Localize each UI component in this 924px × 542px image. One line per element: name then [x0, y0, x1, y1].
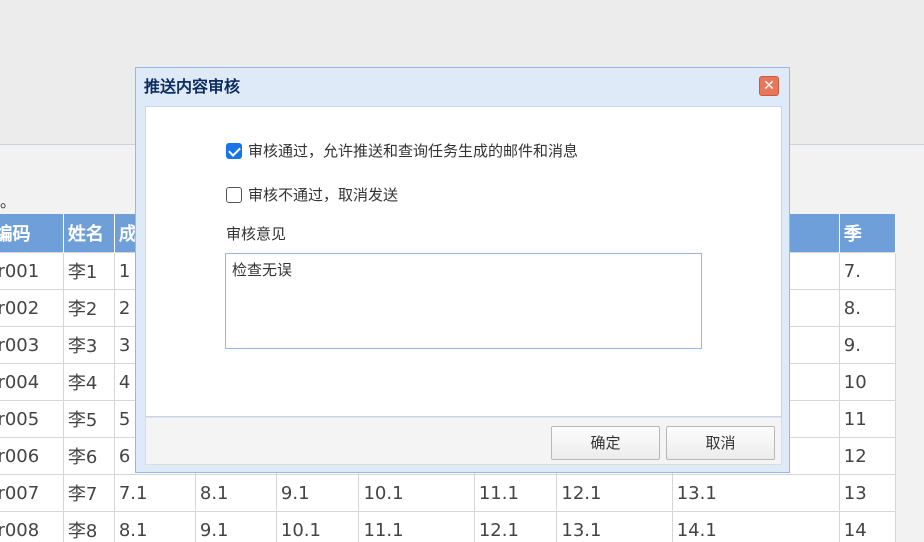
approve-label: 审核通过，允许推送和查询任务生成的邮件和消息 — [248, 142, 579, 160]
screen: 。 员编码姓名成效工资预留1季 ser001李117.ser002李228.se… — [0, 0, 924, 542]
table-cell: 13 — [838, 474, 897, 512]
table-cell: ser008 — [0, 511, 64, 542]
table-cell: 11.1 — [473, 474, 558, 512]
table-cell: ser007 — [0, 474, 64, 512]
table-cell: 14 — [838, 511, 897, 542]
table-cell: 李8 — [62, 511, 115, 542]
column-header: 季 — [839, 214, 897, 253]
table-cell: 李1 — [62, 252, 115, 290]
dialog-title: 推送内容审核 — [144, 77, 241, 96]
table-cell: 8.1 — [113, 511, 196, 542]
table-cell: 8. — [838, 289, 897, 327]
table-cell: ser006 — [0, 437, 64, 475]
table-cell: 11.1 — [358, 511, 475, 542]
table-cell: 11 — [838, 400, 897, 438]
table-cell: 7.1 — [113, 474, 196, 512]
table-cell: 10 — [838, 363, 897, 401]
confirm-button[interactable]: 确定 — [551, 426, 660, 460]
table-cell: 李5 — [62, 400, 115, 438]
close-icon[interactable]: ✕ — [759, 76, 779, 96]
reject-checkbox[interactable] — [226, 187, 242, 203]
dialog-body: 审核通过，允许推送和查询任务生成的邮件和消息 审核不通过，取消发送 审核意见 检… — [145, 106, 782, 417]
table-cell: 13.1 — [671, 474, 840, 512]
table-cell: 9.1 — [275, 474, 360, 512]
table-cell: ser001 — [0, 252, 64, 290]
table-cell: 9.1 — [194, 511, 277, 542]
table-cell: 12.1 — [556, 474, 673, 512]
review-dialog: 推送内容审核 ✕ 审核通过，允许推送和查询任务生成的邮件和消息 审核不通过，取消… — [135, 67, 790, 473]
background-note: 。 — [0, 192, 17, 211]
reject-label: 审核不通过，取消发送 — [248, 186, 399, 204]
table-row: ser007李77.18.19.110.111.112.113.113 — [0, 474, 897, 512]
table-cell: ser003 — [0, 326, 64, 364]
table-cell: 8.1 — [194, 474, 277, 512]
table-cell: ser002 — [0, 289, 64, 327]
table-cell: 李7 — [62, 474, 115, 512]
table-cell: 李4 — [62, 363, 115, 401]
table-cell: ser005 — [0, 400, 64, 438]
table-cell: 12 — [838, 437, 897, 475]
table-cell: 10.1 — [275, 511, 360, 542]
table-cell: 12.1 — [473, 511, 558, 542]
table-cell: 李3 — [62, 326, 115, 364]
table-cell: 李6 — [62, 437, 115, 475]
dialog-footer: 确定 取消 — [145, 417, 782, 465]
approve-option[interactable]: 审核通过，允许推送和查询任务生成的邮件和消息 — [226, 141, 578, 161]
table-cell: 14.1 — [671, 511, 840, 542]
table-cell: 7. — [838, 252, 897, 290]
table-row: ser008李88.19.110.111.112.113.114.114 — [0, 511, 897, 542]
cancel-button[interactable]: 取消 — [666, 426, 775, 460]
approve-checkbox[interactable] — [226, 143, 242, 159]
column-header: 员编码 — [0, 214, 64, 253]
opinion-label: 审核意见 — [226, 225, 287, 243]
table-cell: 李2 — [62, 289, 115, 327]
table-cell: 10.1 — [358, 474, 475, 512]
column-header: 姓名 — [63, 214, 115, 253]
opinion-textarea[interactable]: 检查无误 — [225, 253, 702, 349]
reject-option[interactable]: 审核不通过，取消发送 — [226, 185, 398, 205]
table-cell: 9. — [838, 326, 897, 364]
table-cell: ser004 — [0, 363, 64, 401]
table-cell: 13.1 — [556, 511, 673, 542]
